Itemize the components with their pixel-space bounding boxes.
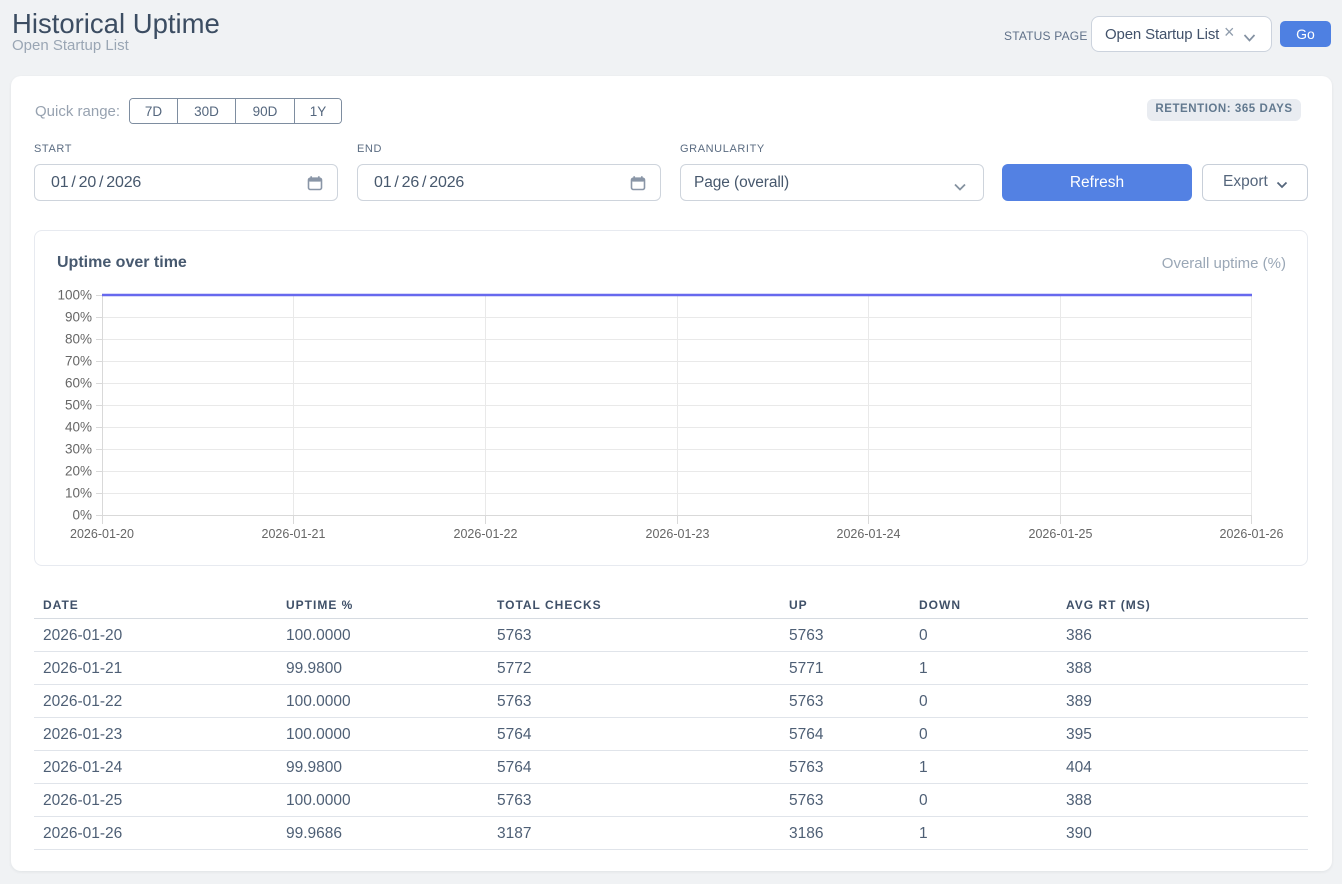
svg-text:40%: 40% <box>65 420 92 435</box>
svg-text:0%: 0% <box>72 508 92 523</box>
svg-text:2026-01-25: 2026-01-25 <box>1029 527 1093 541</box>
svg-text:50%: 50% <box>65 398 92 413</box>
svg-text:2026-01-23: 2026-01-23 <box>646 527 710 541</box>
svg-text:60%: 60% <box>65 376 92 391</box>
svg-text:2026-01-24: 2026-01-24 <box>837 527 901 541</box>
svg-text:2026-01-21: 2026-01-21 <box>262 527 326 541</box>
svg-text:70%: 70% <box>65 354 92 369</box>
svg-text:20%: 20% <box>65 464 92 479</box>
svg-text:80%: 80% <box>65 332 92 347</box>
svg-text:10%: 10% <box>65 486 92 501</box>
svg-text:100%: 100% <box>57 288 92 303</box>
svg-text:2026-01-26: 2026-01-26 <box>1220 527 1284 541</box>
svg-text:90%: 90% <box>65 310 92 325</box>
svg-text:2026-01-20: 2026-01-20 <box>70 527 134 541</box>
svg-text:30%: 30% <box>65 442 92 457</box>
svg-text:2026-01-22: 2026-01-22 <box>454 527 518 541</box>
